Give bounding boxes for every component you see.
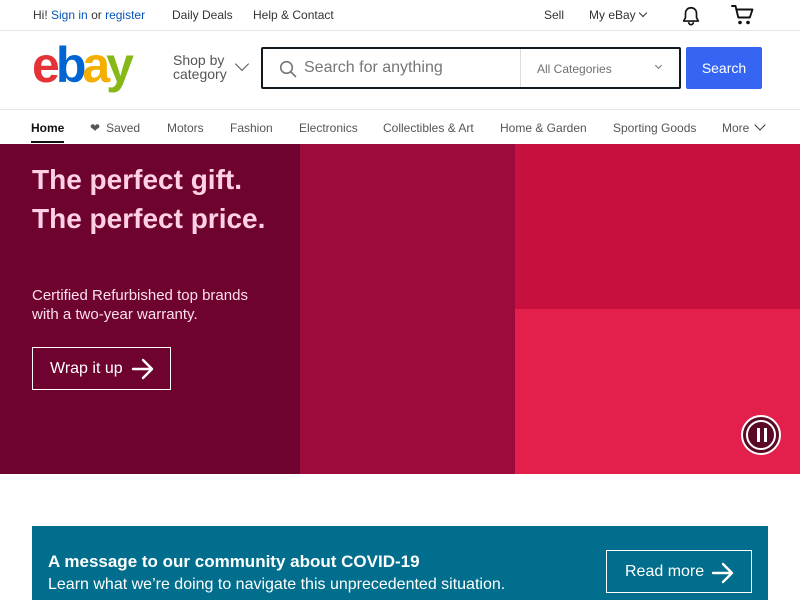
category-select[interactable]: All Categories	[520, 49, 679, 87]
nav-item-motors[interactable]: Motors	[167, 121, 204, 135]
chevron-down-icon	[754, 119, 767, 131]
category-nav: Home ❤ Saved Motors Fashion Electronics C…	[0, 109, 800, 144]
nav-item-more[interactable]: More	[722, 119, 767, 135]
chevron-down-icon[interactable]	[234, 56, 250, 72]
read-more-label: Read more	[625, 562, 705, 580]
search-button[interactable]: Search	[686, 47, 762, 89]
greeting-or: or	[91, 8, 102, 22]
active-tab-indicator	[31, 141, 64, 143]
wrap-it-up-button[interactable]: Wrap it up	[32, 347, 171, 390]
my-ebay-label: My eBay	[589, 8, 636, 22]
daily-deals-link[interactable]: Daily Deals	[172, 8, 233, 22]
help-contact-link[interactable]: Help & Contact	[253, 8, 334, 22]
category-select-value: All Categories	[537, 62, 612, 76]
arrow-right-icon	[711, 562, 734, 584]
hero-panel-mid	[300, 144, 515, 474]
nav-item-home-garden[interactable]: Home & Garden	[500, 121, 587, 135]
nav-item-collectibles-art[interactable]: Collectibles & Art	[383, 121, 474, 135]
pause-bar-left	[757, 428, 760, 442]
svg-text:ebay: ebay	[32, 42, 134, 93]
nav-item-fashion[interactable]: Fashion	[230, 121, 273, 135]
wrap-it-up-label: Wrap it up	[50, 359, 123, 377]
hero-banner: The perfect gift. The perfect price. Cer…	[0, 144, 800, 474]
sell-link[interactable]: Sell	[544, 8, 564, 22]
chevron-down-icon	[654, 61, 663, 70]
top-bar: Hi! Sign in or register Daily Deals Help…	[0, 0, 800, 31]
my-ebay-menu[interactable]: My eBay	[589, 8, 647, 22]
heart-icon: ❤	[90, 121, 101, 135]
nav-item-more-label: More	[722, 121, 750, 135]
covid-subtitle: Learn what we’re doing to navigate this …	[48, 576, 506, 593]
chevron-down-icon	[638, 8, 647, 18]
arrow-right-icon	[131, 358, 154, 380]
nav-item-sporting-goods[interactable]: Sporting Goods	[613, 121, 696, 135]
search-input[interactable]	[304, 49, 518, 87]
shop-by-category[interactable]: Shop by category	[173, 53, 227, 81]
nav-item-home[interactable]: Home	[31, 121, 64, 135]
pause-bar-right	[764, 428, 767, 442]
bell-icon[interactable]	[680, 5, 702, 27]
covid-title: A message to our community about COVID-1…	[48, 552, 420, 571]
greeting: Hi! Sign in or register	[33, 8, 145, 22]
nav-item-saved[interactable]: ❤ Saved	[90, 121, 140, 135]
covid-banner: A message to our community about COVID-1…	[32, 526, 768, 600]
ebay-logo[interactable]: ebay	[32, 42, 152, 94]
hero-subtitle: Certified Refurbished top brands with a …	[32, 287, 248, 323]
search-bar: All Categories	[261, 47, 681, 89]
nav-item-saved-label: Saved	[106, 121, 141, 135]
sign-in-link[interactable]: Sign in	[51, 8, 88, 22]
greeting-prefix: Hi!	[33, 8, 48, 22]
register-link[interactable]: register	[105, 8, 145, 22]
pause-button[interactable]	[741, 415, 781, 455]
nav-item-electronics[interactable]: Electronics	[299, 121, 358, 135]
search-icon	[279, 60, 297, 78]
cart-icon[interactable]	[730, 4, 756, 26]
read-more-button[interactable]: Read more	[606, 550, 752, 593]
category-label: category	[173, 66, 227, 82]
hero-title: The perfect gift. The perfect price.	[32, 164, 266, 234]
hero-panel-red	[515, 144, 800, 309]
pause-icon	[746, 420, 776, 450]
shop-by-label: Shop by	[173, 52, 225, 68]
